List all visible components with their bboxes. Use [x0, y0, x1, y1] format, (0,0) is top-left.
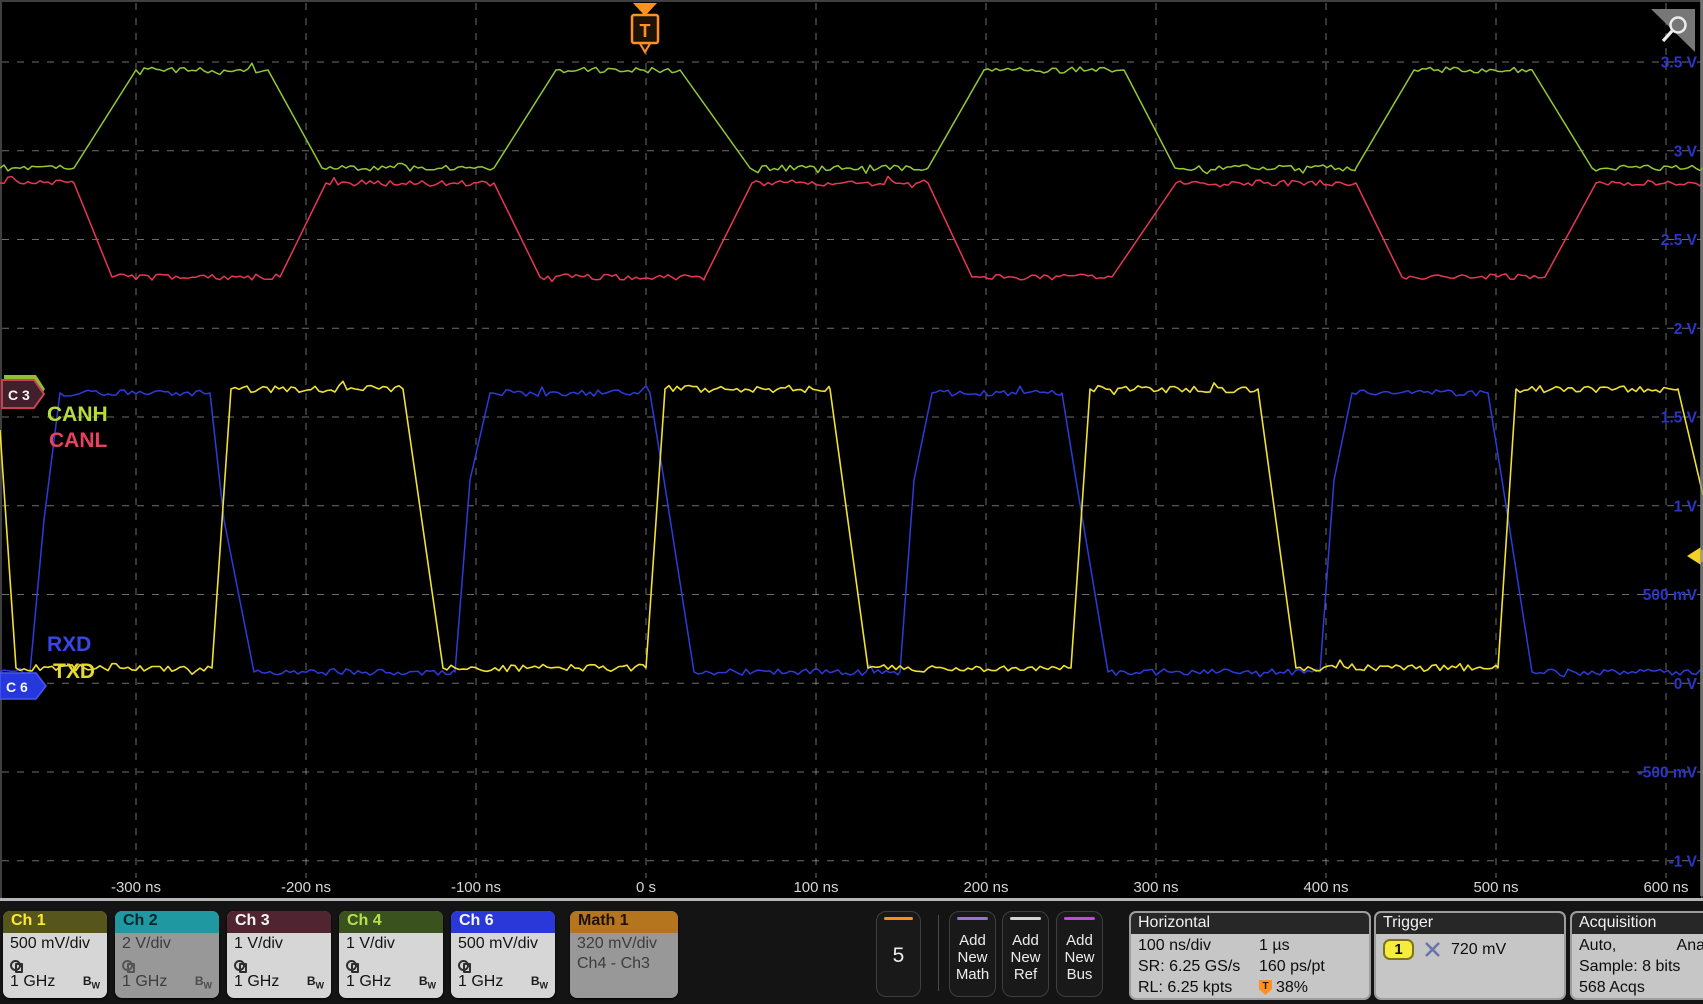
channel4-badge[interactable]: Ch 4 1 V/div 1 GHz BW [339, 911, 443, 998]
channel4-scale: 1 V/div [346, 934, 436, 954]
bottom-settings-bar: Ch 1 500 mV/div 1 GHz BW Ch 2 2 V/div 1 … [0, 898, 1703, 1004]
probe-icon [10, 960, 21, 971]
horizontal-scale: 100 ns/div [1138, 935, 1259, 956]
acquisition-panel[interactable]: Acquisition Auto, Ana Sample: 8 bits 568… [1572, 913, 1703, 998]
canl-trace-label: CANL [49, 429, 107, 452]
acquisition-sample-bits: Sample: 8 bits [1579, 956, 1703, 977]
acquisition-mode: Auto, [1579, 935, 1616, 956]
bar-separator [938, 915, 939, 991]
channel6-badge-title: Ch 6 [451, 911, 555, 933]
zoom-corner-icon[interactable] [1651, 9, 1695, 52]
oscilloscope-screen: -300 ns-200 ns-100 ns0 s100 ns200 ns300 … [0, 0, 1703, 1004]
channel1-scale: 500 mV/div [10, 934, 100, 954]
horizontal-window: 1 µs [1259, 935, 1290, 956]
trigger-level-value: 720 mV [1451, 941, 1506, 959]
five-button-label: 5 [877, 944, 920, 968]
channel3-scale: 1 V/div [234, 934, 324, 954]
horizontal-panel-title: Horizontal [1131, 913, 1369, 934]
acquisition-mode2: Ana [1677, 935, 1703, 956]
math1-scale: 320 mV/div [577, 934, 671, 954]
waveform-display[interactable]: -300 ns-200 ns-100 ns0 s100 ns200 ns300 … [0, 0, 1703, 898]
channel2-badge-title: Ch 2 [115, 911, 219, 933]
bandwidth-limit-icon: BW [307, 974, 324, 992]
channel6-scale: 500 mV/div [458, 934, 548, 954]
txd-trace-label: TXD [53, 660, 95, 683]
add-new-ref-button[interactable]: Add New Ref [1002, 911, 1049, 997]
edge-trigger-icon [1423, 940, 1442, 959]
five-button[interactable]: 5 [876, 911, 921, 997]
channel2-scale: 2 V/div [122, 934, 212, 954]
horizontal-panel[interactable]: Horizontal 100 ns/div 1 µs SR: 6.25 GS/s… [1131, 913, 1369, 998]
rxd-trace-label: RXD [47, 633, 91, 656]
math1-badge-title: Math 1 [570, 911, 678, 933]
trigger-flag-label: T [640, 21, 651, 41]
acquisition-count: 568 Acqs [1579, 977, 1703, 998]
horizontal-record-length: RL: 6.25 kpts [1138, 977, 1259, 998]
channel6-badge[interactable]: Ch 6 500 mV/div 1 GHz BW [451, 911, 555, 998]
trigger-panel-title: Trigger [1376, 913, 1564, 934]
add-new-bus-button[interactable]: Add New Bus [1056, 911, 1103, 997]
channel6-bandwidth: 1 GHz [458, 972, 503, 992]
bandwidth-limit-icon: BW [419, 974, 436, 992]
bandwidth-limit-icon: BW [195, 974, 212, 992]
add-new-math-label: Add New Math [950, 932, 995, 983]
channel1-badge[interactable]: Ch 1 500 mV/div 1 GHz BW [3, 911, 107, 998]
horizontal-resolution: 160 ps/pt [1259, 956, 1325, 977]
math1-badge[interactable]: Math 1 320 mV/div Ch4 - Ch3 [570, 911, 678, 998]
channel4-badge-title: Ch 4 [339, 911, 443, 933]
add-new-bus-label: Add New Bus [1057, 932, 1102, 983]
channel2-bandwidth: 1 GHz [122, 972, 167, 992]
bandwidth-limit-icon: BW [531, 974, 548, 992]
add-new-ref-label: Add New Ref [1003, 932, 1048, 983]
channel3-bandwidth: 1 GHz [234, 972, 279, 992]
channel1-badge-title: Ch 1 [3, 911, 107, 933]
bandwidth-limit-icon: BW [83, 974, 100, 992]
trigger-position-icon [1259, 980, 1272, 995]
canh-trace-label: CANH [47, 403, 108, 426]
trigger-panel[interactable]: Trigger 1 720 mV [1376, 913, 1564, 998]
channel6-marker-label: C 6 [6, 679, 28, 695]
channel3-marker-label: C 3 [8, 387, 30, 403]
probe-icon [122, 960, 133, 971]
add-new-math-button[interactable]: Add New Math [949, 911, 996, 997]
add-math-accent [957, 917, 988, 920]
probe-icon [346, 960, 357, 971]
plot-overlay: T C 3 C 6 CANH CA [0, 0, 1703, 898]
probe-icon [234, 960, 245, 971]
trigger-source-badge: 1 [1383, 939, 1414, 960]
channel3-badge-title: Ch 3 [227, 911, 331, 933]
acquisition-panel-title: Acquisition [1572, 913, 1703, 934]
add-ref-accent [1010, 917, 1041, 920]
trigger-position-flag[interactable]: T [632, 3, 658, 52]
channel6-marker[interactable]: C 6 [0, 673, 46, 699]
five-button-accent [884, 917, 913, 920]
probe-icon [458, 960, 469, 971]
add-bus-accent [1064, 917, 1095, 920]
channel3-marker[interactable]: C 3 [2, 380, 44, 408]
horizontal-trigger-position: 38% [1276, 977, 1308, 998]
channel4-bandwidth: 1 GHz [346, 972, 391, 992]
channel2-badge[interactable]: Ch 2 2 V/div 1 GHz BW [115, 911, 219, 998]
channel1-bandwidth: 1 GHz [10, 972, 55, 992]
math1-source: Ch4 - Ch3 [577, 954, 671, 974]
horizontal-sample-rate: SR: 6.25 GS/s [1138, 956, 1259, 977]
channel3-badge[interactable]: Ch 3 1 V/div 1 GHz BW [227, 911, 331, 998]
